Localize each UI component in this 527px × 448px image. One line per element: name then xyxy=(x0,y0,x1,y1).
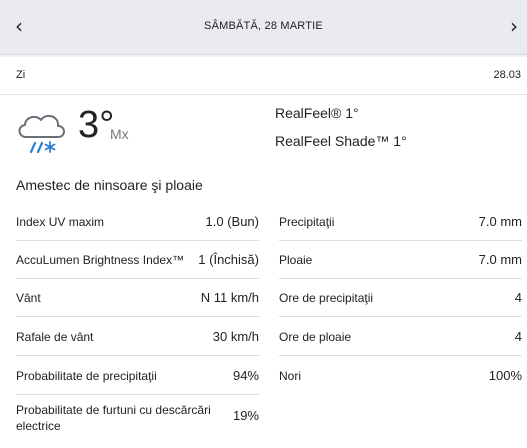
detail-rain: Ploaie 7.0 mm xyxy=(279,241,522,279)
detail-value: 30 km/h xyxy=(212,329,259,344)
detail-label: AccuLumen Brightness Index™ xyxy=(16,253,185,267)
detail-precip-hours: Ore de precipitaţii 4 xyxy=(279,279,522,317)
chevron-right-icon[interactable]: › xyxy=(504,14,524,38)
detail-value: 1.0 (Bun) xyxy=(205,214,259,229)
date-navigation-bar: ‹ SÂMBĂTĂ, 28 MARTIE › xyxy=(0,0,527,55)
detail-label: Ore de precipitaţii xyxy=(279,291,374,305)
detail-label: Probabilitate de furtuni cu descărcări e… xyxy=(16,403,211,433)
cloud-sleet-icon xyxy=(18,114,65,154)
day-forecast-card: Zi 28.03 3° Mx RealFeel® 1° RealFeel Sha… xyxy=(0,57,527,448)
detail-precip-probability: Probabilitate de precipitaţii 94% xyxy=(16,357,259,395)
realfeel-value: RealFeel® 1° xyxy=(275,105,359,121)
detail-value: 100% xyxy=(488,368,522,383)
day-date: 28.03 xyxy=(493,69,521,81)
temperature-max-label: Mx xyxy=(110,126,129,142)
detail-label: Rafale de vânt xyxy=(16,330,94,344)
detail-rain-hours: Ore de ploaie 4 xyxy=(279,318,522,356)
temperature-value: 3° xyxy=(78,104,115,146)
detail-wind-gusts: Rafale de vânt 30 km/h xyxy=(16,318,259,356)
detail-cloud-cover: Nori 100% xyxy=(279,357,522,395)
detail-label: Probabilitate de precipitaţii xyxy=(16,369,157,383)
detail-precipitation: Precipitaţii 7.0 mm xyxy=(279,203,522,241)
detail-value: 7.0 mm xyxy=(478,214,522,229)
detail-label: Vânt xyxy=(16,291,41,305)
day-header-row: Zi 28.03 xyxy=(0,57,527,95)
realfeel-shade-value: RealFeel Shade™ 1° xyxy=(275,133,407,149)
detail-label: Nori xyxy=(279,369,302,383)
detail-value: 7.0 mm xyxy=(478,252,522,267)
header-date: SÂMBĂTĂ, 28 MARTIE xyxy=(204,20,323,32)
detail-acculumen: AccuLumen Brightness Index™ 1 (Închisă) xyxy=(16,241,259,279)
detail-value: 1 (Închisă) xyxy=(198,252,259,267)
detail-label: Index UV maxim xyxy=(16,215,105,229)
detail-uv-index: Index UV maxim 1.0 (Bun) xyxy=(16,203,259,241)
day-label: Zi xyxy=(16,69,26,81)
detail-wind: Vânt N 11 km/h xyxy=(16,279,259,317)
detail-label: Precipitaţii xyxy=(279,215,335,229)
detail-label: Ore de ploaie xyxy=(279,330,352,344)
detail-value: 4 xyxy=(514,329,522,344)
detail-thunderstorm-probability: Probabilitate de furtuni cu descărcări e… xyxy=(16,397,259,435)
weather-phrase: Amestec de ninsoare şi ploaie xyxy=(16,177,203,193)
detail-value: 94% xyxy=(232,368,259,383)
detail-value: 4 xyxy=(514,290,522,305)
detail-label: Ploaie xyxy=(279,253,313,267)
detail-value: N 11 km/h xyxy=(200,290,259,305)
detail-value: 19% xyxy=(232,408,259,423)
